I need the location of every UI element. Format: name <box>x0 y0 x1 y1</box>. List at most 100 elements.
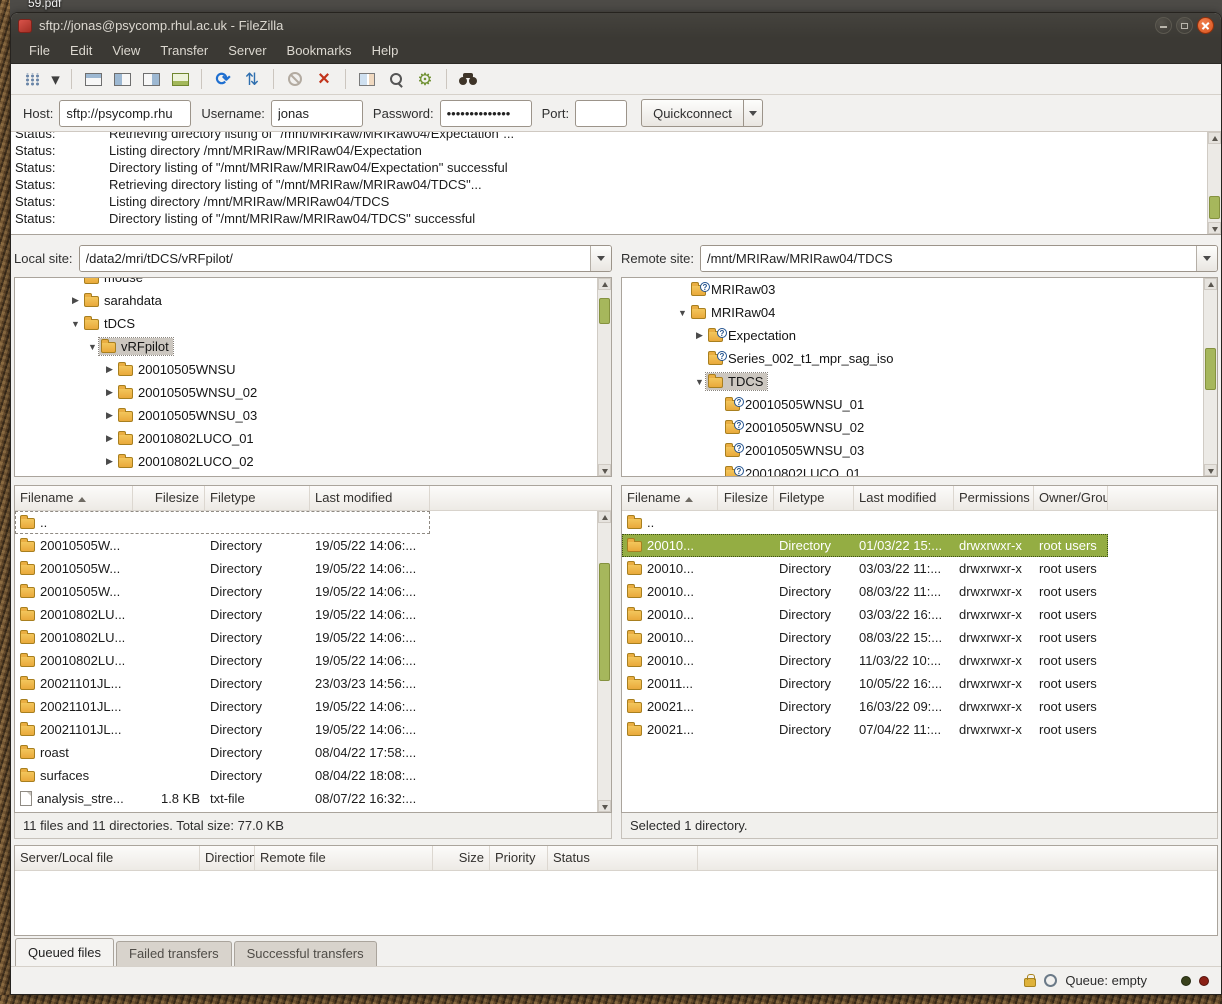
port-input[interactable] <box>575 100 627 127</box>
tree-node[interactable]: ?20010505WNSU_01 <box>723 396 868 413</box>
scroll-thumb[interactable] <box>599 298 610 324</box>
minimize-button[interactable] <box>1155 17 1172 34</box>
scroll-up-icon[interactable] <box>1204 278 1217 290</box>
column-header-server-local-file[interactable]: Server/Local file <box>15 846 200 870</box>
toggle-local-tree-button[interactable] <box>109 67 135 92</box>
username-input[interactable] <box>271 100 363 127</box>
collapse-arrow-icon[interactable]: ▼ <box>69 319 82 329</box>
file-row[interactable]: .. <box>622 511 1108 534</box>
tab-queued-files[interactable]: Queued files <box>15 938 114 966</box>
file-row[interactable]: 20010505W...Directory19/05/22 14:06:... <box>15 557 430 580</box>
site-manager-dropdown-button[interactable]: ▾ <box>48 67 63 92</box>
scroll-up-icon[interactable] <box>1208 132 1221 144</box>
column-header-last-modified[interactable]: Last modified <box>310 486 430 510</box>
expand-arrow-icon[interactable]: ▶ <box>103 410 116 421</box>
file-row[interactable]: 20021101JL...Directory19/05/22 14:06:... <box>15 718 430 741</box>
tree-item-20010505wnsu[interactable]: ▶20010505WNSU <box>15 358 596 381</box>
menu-item-view[interactable]: View <box>102 39 150 62</box>
column-header-last-modified[interactable]: Last modified <box>854 486 954 510</box>
scroll-up-icon[interactable] <box>598 511 611 523</box>
tree-item-sarahdata[interactable]: ▶sarahdata <box>15 289 596 312</box>
tree-item-20010505wnsu-01[interactable]: ?20010505WNSU_01 <box>622 393 1202 416</box>
column-header-permissions[interactable]: Permissions <box>954 486 1034 510</box>
scroll-up-icon[interactable] <box>598 278 611 290</box>
expand-arrow-icon[interactable]: ▶ <box>103 433 116 444</box>
tree-item-20010802luco-01[interactable]: ?20010802LUCO_01 <box>622 462 1202 476</box>
refresh-button[interactable]: ⟳ <box>210 67 236 92</box>
file-row[interactable]: 20010...Directory03/03/22 11:...drwxrwxr… <box>622 557 1108 580</box>
toggle-message-log-button[interactable] <box>80 67 106 92</box>
find-files-button[interactable] <box>455 67 481 92</box>
column-header-direction[interactable]: Direction <box>200 846 255 870</box>
tree-node[interactable]: ?Series_002_t1_mpr_sag_iso <box>706 350 898 367</box>
host-input[interactable] <box>59 100 191 127</box>
quickconnect-button[interactable]: Quickconnect <box>641 99 744 127</box>
tree-item-20010505wnsu-02[interactable]: ?20010505WNSU_02 <box>622 416 1202 439</box>
tree-node[interactable]: sarahdata <box>82 292 166 309</box>
tab-successful-transfers[interactable]: Successful transfers <box>234 941 377 966</box>
expand-arrow-icon[interactable]: ▶ <box>693 330 706 341</box>
tree-node[interactable]: 20010802LUCO_01 <box>116 430 258 447</box>
tree-node[interactable]: MRIRaw04 <box>689 304 779 321</box>
file-row[interactable]: 20021101JL...Directory23/03/23 14:56:... <box>15 672 430 695</box>
tree-node[interactable]: ?20010802LUCO_01 <box>723 465 865 476</box>
file-row[interactable]: roastDirectory08/04/22 17:58:... <box>15 741 430 764</box>
tree-node[interactable]: ?20010505WNSU_02 <box>723 419 868 436</box>
tree-node[interactable]: ?Expectation <box>706 327 800 344</box>
column-header-priority[interactable]: Priority <box>490 846 548 870</box>
menu-item-edit[interactable]: Edit <box>60 39 102 62</box>
expand-arrow-icon[interactable]: ▶ <box>103 456 116 467</box>
remote-site-input[interactable] <box>701 246 1196 271</box>
column-header-filename[interactable]: Filename <box>15 486 133 510</box>
menu-item-file[interactable]: File <box>19 39 60 62</box>
collapse-arrow-icon[interactable]: ▼ <box>676 308 689 318</box>
tree-item-tdcs[interactable]: ▼TDCS <box>622 370 1202 393</box>
file-row[interactable]: surfacesDirectory08/04/22 18:08:... <box>15 764 430 787</box>
site-manager-button[interactable] <box>19 67 45 92</box>
scroll-down-icon[interactable] <box>1208 222 1221 234</box>
local-site-dropdown-button[interactable] <box>590 246 611 271</box>
process-queue-button[interactable]: ⇅ <box>239 67 265 92</box>
column-header-filesize[interactable]: Filesize <box>718 486 774 510</box>
cancel-button[interactable] <box>282 67 308 92</box>
tree-node[interactable]: tDCS <box>82 315 139 332</box>
disconnect-button[interactable]: × <box>311 67 337 92</box>
local-list-scrollbar[interactable] <box>597 511 611 812</box>
tree-node[interactable]: mouse <box>82 278 147 286</box>
scroll-track[interactable] <box>1204 290 1217 464</box>
scroll-down-icon[interactable] <box>1204 464 1217 476</box>
filter-button[interactable] <box>383 67 409 92</box>
scroll-track[interactable] <box>1208 144 1221 222</box>
scroll-track[interactable] <box>598 290 611 464</box>
column-header-status[interactable]: Status <box>548 846 698 870</box>
remote-tree-scrollbar[interactable] <box>1203 278 1217 476</box>
file-row[interactable]: 20011...Directory10/05/22 16:...drwxrwxr… <box>622 672 1108 695</box>
local-tree-scrollbar[interactable] <box>597 278 611 476</box>
tree-item-20010505wnsu-02[interactable]: ▶20010505WNSU_02 <box>15 381 596 404</box>
tree-node[interactable]: 20010505WNSU_02 <box>116 384 261 401</box>
menu-item-transfer[interactable]: Transfer <box>150 39 218 62</box>
file-row[interactable]: 20010...Directory08/03/22 11:...drwxrwxr… <box>622 580 1108 603</box>
file-row[interactable]: 20010505W...Directory19/05/22 14:06:... <box>15 580 430 603</box>
directory-comparison-button[interactable] <box>354 67 380 92</box>
remote-site-dropdown-button[interactable] <box>1196 246 1217 271</box>
file-row[interactable]: 20010...Directory11/03/22 10:...drwxrwxr… <box>622 649 1108 672</box>
file-row[interactable]: 20010...Directory08/03/22 15:...drwxrwxr… <box>622 626 1108 649</box>
tree-item-series-002-t1-mpr-sag-iso[interactable]: ?Series_002_t1_mpr_sag_iso <box>622 347 1202 370</box>
password-input[interactable] <box>440 100 532 127</box>
tree-node[interactable]: 20010505WNSU <box>116 361 240 378</box>
titlebar[interactable]: sftp://jonas@psycomp.rhul.ac.uk - FileZi… <box>11 13 1221 38</box>
scroll-down-icon[interactable] <box>598 464 611 476</box>
file-row[interactable]: 20010802LU...Directory19/05/22 14:06:... <box>15 626 430 649</box>
tree-item-vrfpilot[interactable]: ▼vRFpilot <box>15 335 596 358</box>
synchronized-browsing-button[interactable]: ⚙ <box>412 67 438 92</box>
menu-item-help[interactable]: Help <box>362 39 409 62</box>
file-row[interactable]: 20010...Directory01/03/22 15:...drwxrwxr… <box>622 534 1108 557</box>
scroll-track[interactable] <box>598 523 611 800</box>
tree-node[interactable]: 20010505WNSU_03 <box>116 407 261 424</box>
file-row[interactable]: .. <box>15 511 430 534</box>
file-row[interactable]: 20021...Directory16/03/22 09:...drwxrwxr… <box>622 695 1108 718</box>
quickconnect-dropdown-button[interactable] <box>744 99 763 127</box>
tree-node[interactable]: ?20010505WNSU_03 <box>723 442 868 459</box>
scroll-thumb[interactable] <box>1209 196 1220 219</box>
